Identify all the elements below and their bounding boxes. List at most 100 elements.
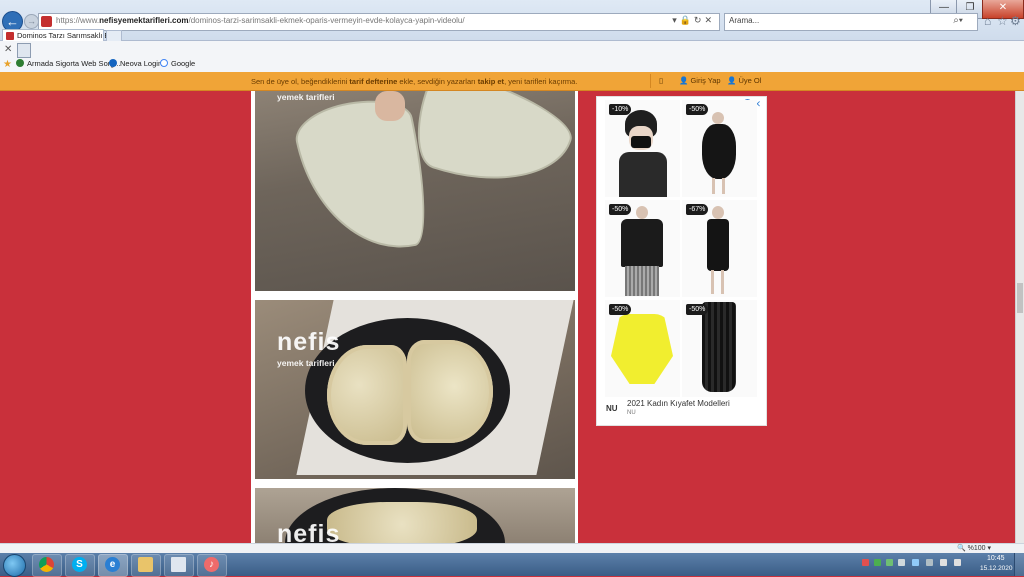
ad-brand-logo: NU [606,404,618,413]
recipe-photo-bread: nefis [255,488,575,543]
signup-notification-bar: Sen de üye ol, beğendiklerini tarif deft… [0,72,1024,91]
vertical-scrollbar[interactable] [1015,91,1024,543]
favorite-item-neova[interactable]: Neova Login [109,59,162,68]
product-image [712,206,724,219]
watermark-logo: nefis [277,520,341,543]
discount-badge: -50% [686,304,709,315]
notepad-taskbar-button[interactable] [164,554,194,577]
product-image [722,178,725,194]
site-favicon-icon [41,16,52,27]
tray-icon[interactable] [898,559,905,566]
scrollbar-thumb[interactable] [1017,283,1023,313]
chrome-icon [39,557,54,572]
recipe-photo-dough: yemek tarifleri [255,91,575,291]
recipe-photo-pan: nefis yemek tarifleri [255,300,575,479]
discount-badge: -50% [609,204,632,215]
google-icon [160,59,168,67]
watermark-subtitle: yemek tarifleri [277,92,335,102]
clock-time[interactable]: 10:45 [987,555,1005,562]
start-button[interactable] [3,554,26,577]
folder-icon [138,557,153,572]
forward-button[interactable]: → [24,14,39,29]
tray-icon[interactable] [874,559,881,566]
system-tray [856,556,976,572]
product-image [702,302,736,392]
zoom-level[interactable]: 🔍 %100 ▾ [957,544,991,552]
discount-badge: -10% [609,104,632,115]
garlic-bread-half [327,345,407,445]
hand [375,91,405,121]
product-image [712,112,724,124]
advertisement[interactable]: i ✕ -10% -50% -50% -67% -50% -50% NU 202… [596,96,767,426]
chrome-taskbar-button[interactable] [32,554,62,577]
close-tab-icon[interactable]: ✕ [4,44,12,55]
globe-icon [16,59,24,67]
favorites-star-icon[interactable]: ☆ [997,14,1008,28]
notepad-icon [171,557,186,572]
tab-label: Dominos Tarzı Sarımsaklı E... [17,31,116,40]
clock-date[interactable]: 15.12.2020 [980,565,1013,572]
signup-link[interactable]: 👤 Üye Ol [727,76,761,85]
ad-product[interactable]: -50% [605,200,680,297]
favorites-bar: ✕ ★ Armada Sigorta Web Sorg... Neova Log… [0,41,1024,73]
ad-product[interactable]: -50% [605,300,680,397]
notification-text: Sen de üye ol, beğendiklerini tarif deft… [251,77,578,86]
network-icon[interactable] [940,559,947,566]
itunes-taskbar-button[interactable]: ♪ [197,554,227,577]
search-input[interactable]: Arama... [729,16,759,25]
watermark-subtitle: yemek tarifleri [277,358,335,368]
product-image [636,206,648,219]
music-icon: ♪ [204,557,219,572]
garlic-bread-half [407,340,493,443]
browser-titlebar: — ❐ ✕ ← → https://www.nefisyemektarifler… [0,0,1024,41]
discount-badge: -50% [609,304,632,315]
garlic-bread [327,502,477,543]
tray-icon[interactable] [926,559,933,566]
volume-icon[interactable] [954,559,961,566]
divider [650,74,651,88]
skype-icon: S [72,557,87,572]
product-image [707,219,729,271]
ad-title[interactable]: 2021 Kadın Kıyafet Modelleri [627,399,730,408]
explorer-taskbar-button[interactable] [131,554,161,577]
watermark-logo: nefis [277,328,341,356]
dough-piece [403,91,575,207]
recipe-article: yemek tarifleri nefis yemek tarifleri ne… [251,91,578,543]
ad-product[interactable]: -67% [682,200,757,297]
ad-product[interactable]: -10% [605,100,680,197]
tray-icon[interactable] [886,559,893,566]
ad-product[interactable]: -50% [682,100,757,197]
product-image [611,314,673,384]
home-icon[interactable]: ⌂ [984,14,991,28]
page-icon[interactable] [17,43,31,58]
show-desktop-button[interactable] [1014,553,1024,576]
ie-taskbar-button[interactable]: e [98,554,128,577]
login-link[interactable]: 👤 Giriş Yap [679,76,721,85]
globe-icon [109,59,117,67]
add-favorite-icon[interactable]: ★ [3,59,12,70]
search-icon[interactable]: ⌕▾ [953,15,963,26]
tab-favicon-icon [6,32,14,40]
tray-icon[interactable] [912,559,919,566]
skype-taskbar-button[interactable]: S [65,554,95,577]
favorite-item-google[interactable]: Google [160,59,195,68]
tray-icon[interactable] [862,559,869,566]
discount-badge: -50% [686,104,709,115]
gear-icon[interactable]: ⚙ [1010,14,1021,28]
url-domain: nefisyemektarifleri.com [99,16,189,25]
internet-explorer-icon: e [105,557,120,572]
address-bar[interactable]: https://www.nefisyemektarifleri.com/domi… [38,13,720,31]
product-image [712,178,715,194]
product-image [631,136,651,148]
address-controls[interactable]: ▾🔒↻✕ [672,15,715,26]
product-image [621,219,663,267]
search-box[interactable]: Arama... ⌕▾ [724,13,978,31]
url-text: https://www.nefisyemektarifleri.com/domi… [56,16,465,25]
ad-product[interactable]: -50% [682,300,757,397]
product-image [711,270,714,294]
mobile-icon[interactable]: ▯ [659,76,663,85]
product-image [721,270,724,294]
favorite-item-armada[interactable]: Armada Sigorta Web Sorg... [16,59,121,68]
ad-brand: NU [627,410,636,416]
product-image [625,266,659,296]
